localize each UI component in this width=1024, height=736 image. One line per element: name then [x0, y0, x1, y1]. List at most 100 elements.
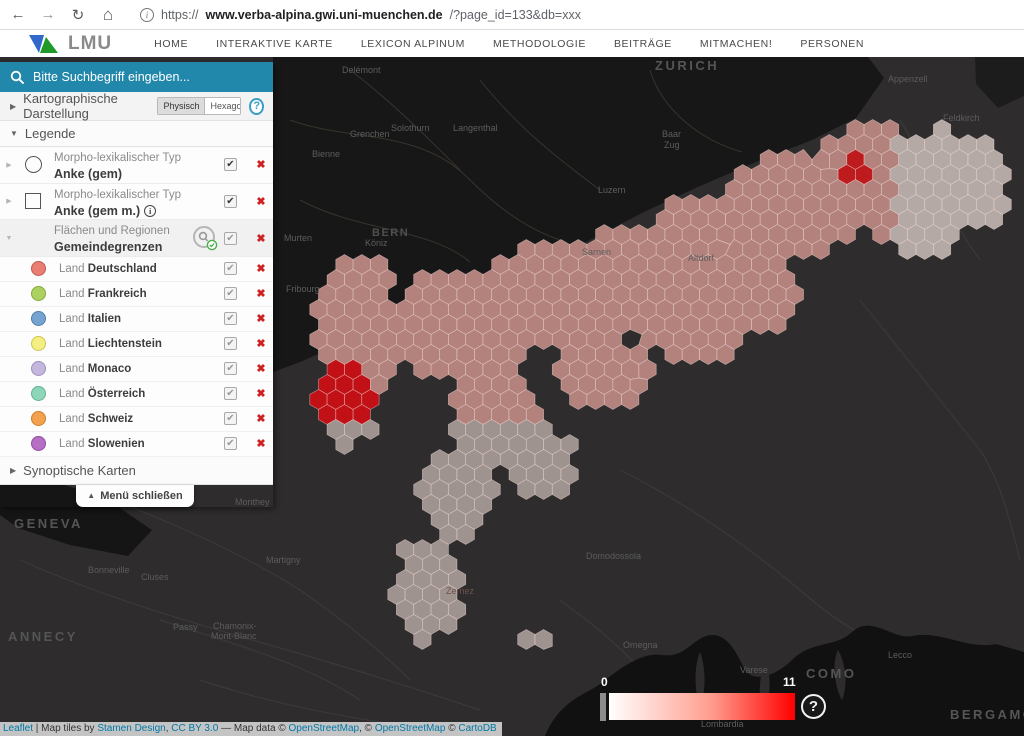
nav-item-methodologie[interactable]: METHODOLOGIE: [493, 38, 586, 50]
city-label-annecy: ANNECY: [8, 629, 78, 644]
remove-layer-icon[interactable]: ✖: [249, 337, 273, 350]
nav-item-personen[interactable]: PERSONEN: [800, 38, 864, 50]
remove-layer-icon[interactable]: ✖: [249, 287, 273, 300]
nav-item-beitr-ge[interactable]: BEITRÄGE: [614, 38, 672, 50]
remove-layer-icon[interactable]: ✖: [249, 437, 273, 450]
visibility-checkbox[interactable]: ✔: [224, 312, 237, 325]
section-kartographische-darstellung[interactable]: ▶ Kartographische Darstellung Physisch H…: [0, 92, 273, 121]
section-label: Kartographische Darstellung: [23, 91, 157, 121]
scale-max-label: 11: [783, 675, 796, 689]
type-name: Anke (gem): [54, 167, 122, 183]
section-legende[interactable]: ▼ Legende: [0, 121, 273, 147]
magnifier-badge-icon[interactable]: [192, 225, 218, 251]
forward-icon[interactable]: →: [38, 5, 58, 25]
city-label-baar: Baar: [662, 129, 681, 139]
city-label-grenchen: Grenchen: [350, 129, 390, 139]
remove-layer-icon[interactable]: ✖: [249, 262, 273, 275]
legend-row-land-monaco[interactable]: Land Monaco✔✖: [0, 357, 273, 382]
nav-item-lexicon-alpinum[interactable]: LEXICON ALPINUM: [361, 38, 465, 50]
legend-row-gemeindegrenzen[interactable]: ▼Flächen und RegionenGemeindegrenzen ✔✖: [0, 220, 273, 257]
reload-icon[interactable]: ↻: [68, 5, 88, 25]
home-icon[interactable]: ⌂: [98, 5, 118, 25]
attribution-link[interactable]: CartoDB: [458, 723, 496, 734]
search-input[interactable]: [33, 70, 253, 84]
visibility-checkbox[interactable]: ✔: [224, 287, 237, 300]
legend-row-land--sterreich[interactable]: Land Österreich✔✖: [0, 382, 273, 407]
municipality-cell[interactable]: [535, 630, 552, 650]
section-synoptische-karten[interactable]: ▶ Synoptische Karten: [0, 457, 273, 485]
chevron-down-icon[interactable]: ▼: [0, 235, 18, 242]
help-icon[interactable]: ?: [249, 98, 264, 115]
country-name: Italien: [88, 313, 121, 325]
visibility-checkbox[interactable]: ✔: [224, 387, 237, 400]
nav-item-interaktive-karte[interactable]: INTERAKTIVE KARTE: [216, 38, 333, 50]
back-icon[interactable]: ←: [8, 5, 28, 25]
info-icon[interactable]: i: [144, 205, 156, 217]
lmu-logo[interactable]: LMU: [68, 33, 112, 55]
legend-row-anke-gem-m-[interactable]: ▶Morpho-lexikalischer TypAnke (gem m.)i✔…: [0, 184, 273, 221]
city-label-del-mont: Delémont: [342, 65, 381, 75]
square-symbol-icon: [18, 193, 48, 209]
url-host: www.verba-alpina.gwi.uni-muenchen.de: [206, 8, 443, 22]
remove-layer-icon[interactable]: ✖: [249, 412, 273, 425]
country-name: Österreich: [88, 388, 146, 400]
visibility-checkbox[interactable]: ✔: [224, 337, 237, 350]
remove-layer-icon[interactable]: ✖: [249, 312, 273, 325]
visibility-checkbox[interactable]: ✔: [224, 232, 237, 245]
city-label-murten: Murten: [284, 233, 312, 243]
visibility-checkbox[interactable]: ✔: [224, 437, 237, 450]
country-name: Liechtenstein: [88, 338, 162, 350]
remove-layer-icon[interactable]: ✖: [249, 387, 273, 400]
map-attribution: Leaflet | Map tiles by Stamen Design, CC…: [0, 722, 502, 736]
country-name: Monaco: [88, 363, 131, 375]
legend-panel: ▶ Kartographische Darstellung Physisch H…: [0, 92, 273, 485]
legend-row-land-italien[interactable]: Land Italien✔✖: [0, 307, 273, 332]
scale-help-icon[interactable]: ?: [801, 694, 826, 719]
attribution-link[interactable]: CC BY 3.0: [171, 723, 218, 734]
search-bar[interactable]: [0, 62, 273, 92]
verba-alpina-logo[interactable]: [28, 33, 64, 55]
chevron-right-icon[interactable]: ▶: [0, 161, 18, 169]
city-label-zug: Zug: [664, 140, 680, 150]
remove-layer-icon[interactable]: ✖: [249, 232, 273, 245]
toggle-physisch-button[interactable]: Physisch: [158, 98, 204, 114]
legend-land-rows: Land Deutschland✔✖Land Frankreich✔✖Land …: [0, 257, 273, 457]
remove-layer-icon[interactable]: ✖: [249, 195, 273, 208]
attribution-link[interactable]: Stamen Design: [97, 723, 165, 734]
address-bar[interactable]: i https://www.verba-alpina.gwi.uni-muenc…: [140, 8, 581, 22]
visibility-checkbox[interactable]: ✔: [224, 262, 237, 275]
page-info-icon[interactable]: i: [140, 8, 154, 22]
legend-row-land-frankreich[interactable]: Land Frankreich✔✖: [0, 282, 273, 307]
city-label-altdorf: Altdorf: [688, 253, 715, 263]
country-name: Slowenien: [88, 438, 145, 450]
legend-row-land-liechtenstein[interactable]: Land Liechtenstein ✔ ✖: [0, 332, 273, 357]
city-label-sarnen: Sarnen: [582, 247, 611, 257]
legend-row-land-schweiz[interactable]: Land Schweiz✔✖: [0, 407, 273, 432]
country-name: Deutschland: [88, 263, 157, 275]
close-menu-button[interactable]: ▲ Menü schließen: [76, 485, 194, 507]
chevron-up-icon: ▲: [87, 491, 95, 500]
chevron-right-icon[interactable]: ▶: [0, 197, 18, 205]
visibility-checkbox[interactable]: ✔: [224, 362, 237, 375]
municipality-cell[interactable]: [518, 630, 535, 650]
attribution-link[interactable]: Leaflet: [3, 723, 33, 734]
visibility-checkbox[interactable]: ✔: [224, 195, 237, 208]
remove-layer-icon[interactable]: ✖: [249, 362, 273, 375]
legend-row-land-slowenien[interactable]: Land Slowenien✔✖: [0, 432, 273, 457]
nav-item-home[interactable]: HOME: [154, 38, 188, 50]
city-label-bonneville: Bonneville: [88, 565, 130, 575]
visibility-checkbox[interactable]: ✔: [224, 412, 237, 425]
attribution-link[interactable]: OpenStreetMap: [289, 723, 360, 734]
nav-item-mitmachen-[interactable]: MITMACHEN!: [700, 38, 773, 50]
visibility-checkbox[interactable]: ✔: [224, 158, 237, 171]
type-name: Anke (gem m.): [54, 204, 140, 220]
chevron-right-icon: ▶: [10, 102, 16, 111]
toggle-hexagonal-button[interactable]: Hexagonal: [204, 98, 241, 114]
land-prefix: Land: [59, 338, 85, 350]
city-label-langenthal: Langenthal: [453, 123, 498, 133]
attribution-link[interactable]: OpenStreetMap: [375, 723, 446, 734]
legend-row-land-deutschland[interactable]: Land Deutschland✔✖: [0, 257, 273, 282]
legend-row-anke-gem-[interactable]: ▶Morpho-lexikalischer TypAnke (gem)✔✖: [0, 147, 273, 184]
country-name: Schweiz: [88, 413, 133, 425]
remove-layer-icon[interactable]: ✖: [249, 158, 273, 171]
